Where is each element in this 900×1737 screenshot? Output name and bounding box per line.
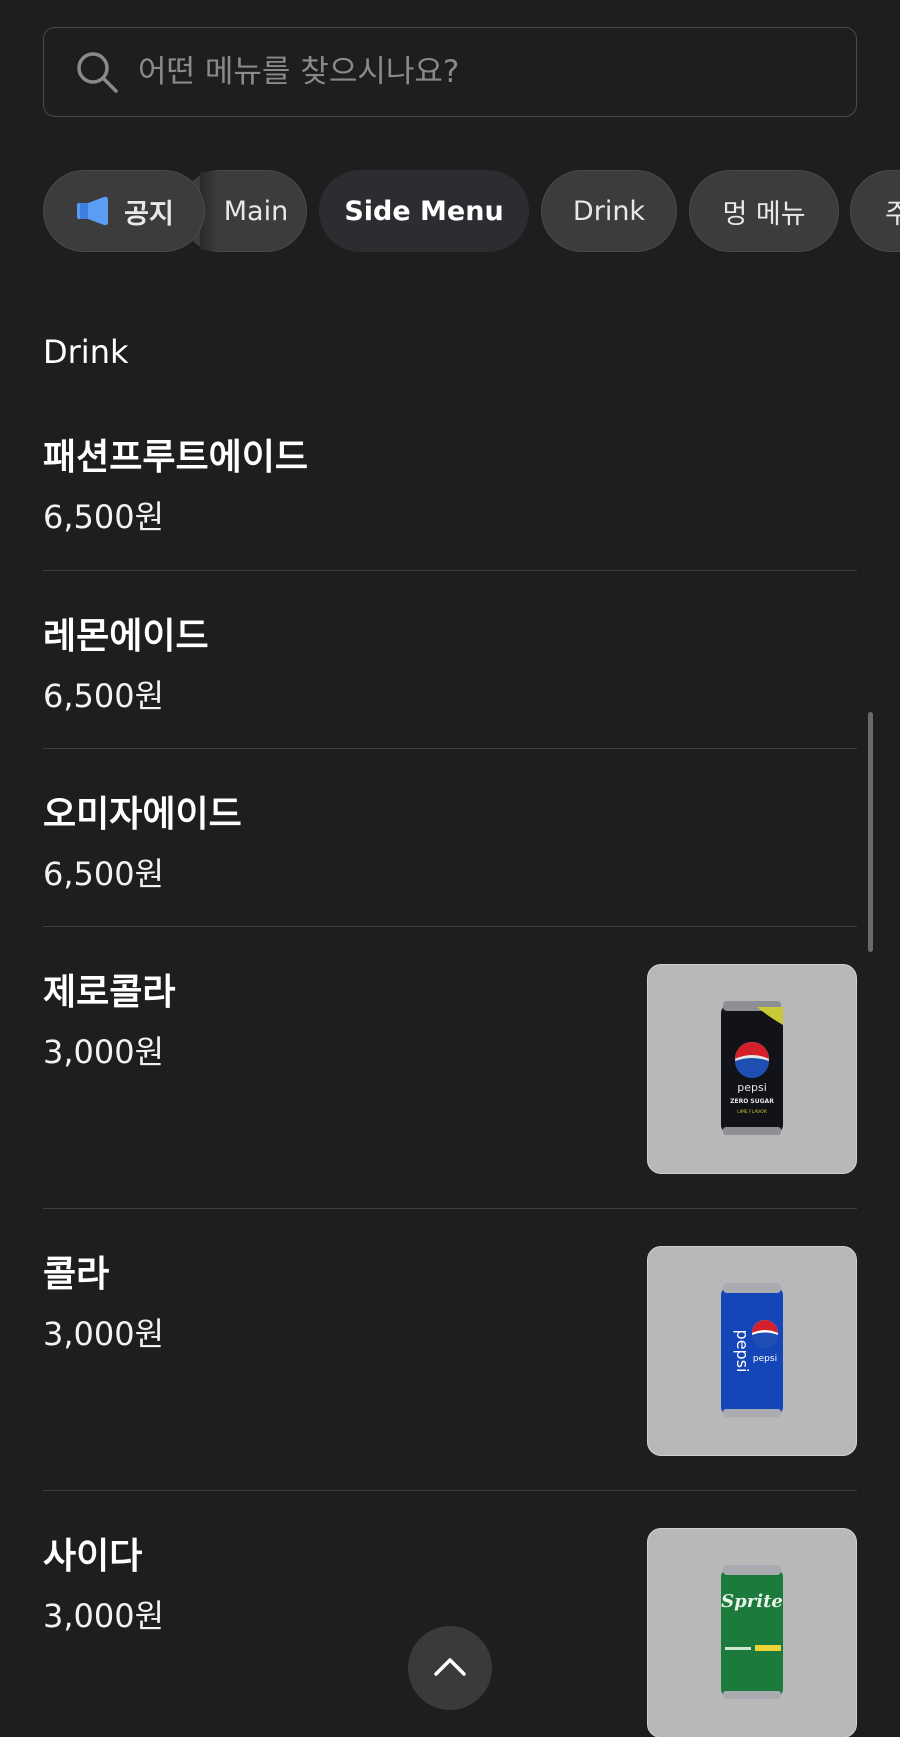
chip-drink[interactable]: Drink bbox=[541, 170, 677, 252]
chip-dog-menu[interactable]: 멍 메뉴 bbox=[689, 170, 839, 252]
chevron-up-icon bbox=[433, 1655, 467, 1681]
item-price: 3,000원 bbox=[43, 1315, 165, 1353]
item-name: 제로콜라 bbox=[43, 972, 176, 1013]
can-sub-label: ZERO SUGAR bbox=[730, 1098, 774, 1105]
item-name: 사이다 bbox=[43, 1536, 143, 1577]
can-sub2-label: LIME FLAVOR bbox=[737, 1109, 767, 1115]
chip-side-menu[interactable]: Side Menu bbox=[319, 170, 529, 252]
can-label-2: pepsi bbox=[753, 1354, 777, 1364]
scrollbar[interactable] bbox=[868, 712, 873, 952]
item-image-pepsi-zero: pepsi ZERO SUGAR LIME FLAVOR bbox=[647, 964, 857, 1174]
menu-item[interactable]: 콜라 3,000원 pepsi pepsi bbox=[43, 1209, 857, 1491]
chip-notice[interactable]: 공지 bbox=[43, 170, 205, 252]
item-price: 3,000원 bbox=[43, 1033, 165, 1071]
menu-item[interactable]: 패션프루트에이드 6,500원 bbox=[43, 420, 857, 571]
menu-item[interactable]: 제로콜라 3,000원 pepsi ZERO SUGAR LIME FLAVOR bbox=[43, 927, 857, 1209]
item-image-pepsi: pepsi pepsi bbox=[647, 1246, 857, 1456]
chip-notice-label: 공지 bbox=[124, 198, 174, 230]
item-price: 6,500원 bbox=[43, 677, 165, 715]
megaphone-icon bbox=[74, 196, 112, 226]
category-chips: 공지 Main Side Menu Drink 멍 메뉴 주 bbox=[0, 170, 900, 252]
can-label: Sprite bbox=[721, 1591, 783, 1612]
can-label: pepsi bbox=[733, 1330, 752, 1373]
search-bar[interactable] bbox=[43, 27, 857, 117]
item-price: 6,500원 bbox=[43, 855, 165, 893]
scroll-to-top-button[interactable] bbox=[408, 1626, 492, 1710]
item-name: 레몬에이드 bbox=[43, 616, 209, 657]
can-label: pepsi bbox=[737, 1081, 767, 1094]
section-title: Drink bbox=[43, 333, 129, 371]
chip-drink-label: Drink bbox=[572, 195, 646, 227]
item-image-sprite: Sprite bbox=[647, 1528, 857, 1737]
menu-item[interactable]: 레몬에이드 6,500원 bbox=[43, 571, 857, 749]
chip-dog-menu-label: 멍 메뉴 bbox=[722, 198, 806, 230]
item-name: 오미자에이드 bbox=[43, 794, 242, 835]
menu-item[interactable]: 오미자에이드 6,500원 bbox=[43, 749, 857, 927]
item-price: 3,000원 bbox=[43, 1597, 165, 1635]
search-input[interactable] bbox=[138, 54, 798, 90]
search-icon bbox=[74, 49, 120, 95]
chip-partial[interactable]: 주 bbox=[850, 170, 900, 252]
item-price: 6,500원 bbox=[43, 498, 165, 536]
item-name: 패션프루트에이드 bbox=[43, 437, 308, 478]
chip-main-label: Main bbox=[223, 195, 289, 227]
chip-partial-label: 주 bbox=[885, 198, 900, 230]
menu-page: 공지 Main Side Menu Drink 멍 메뉴 주 Drink 패션프… bbox=[0, 0, 900, 1737]
item-name: 콜라 bbox=[43, 1254, 110, 1295]
chip-side-menu-label: Side Menu bbox=[344, 195, 504, 227]
